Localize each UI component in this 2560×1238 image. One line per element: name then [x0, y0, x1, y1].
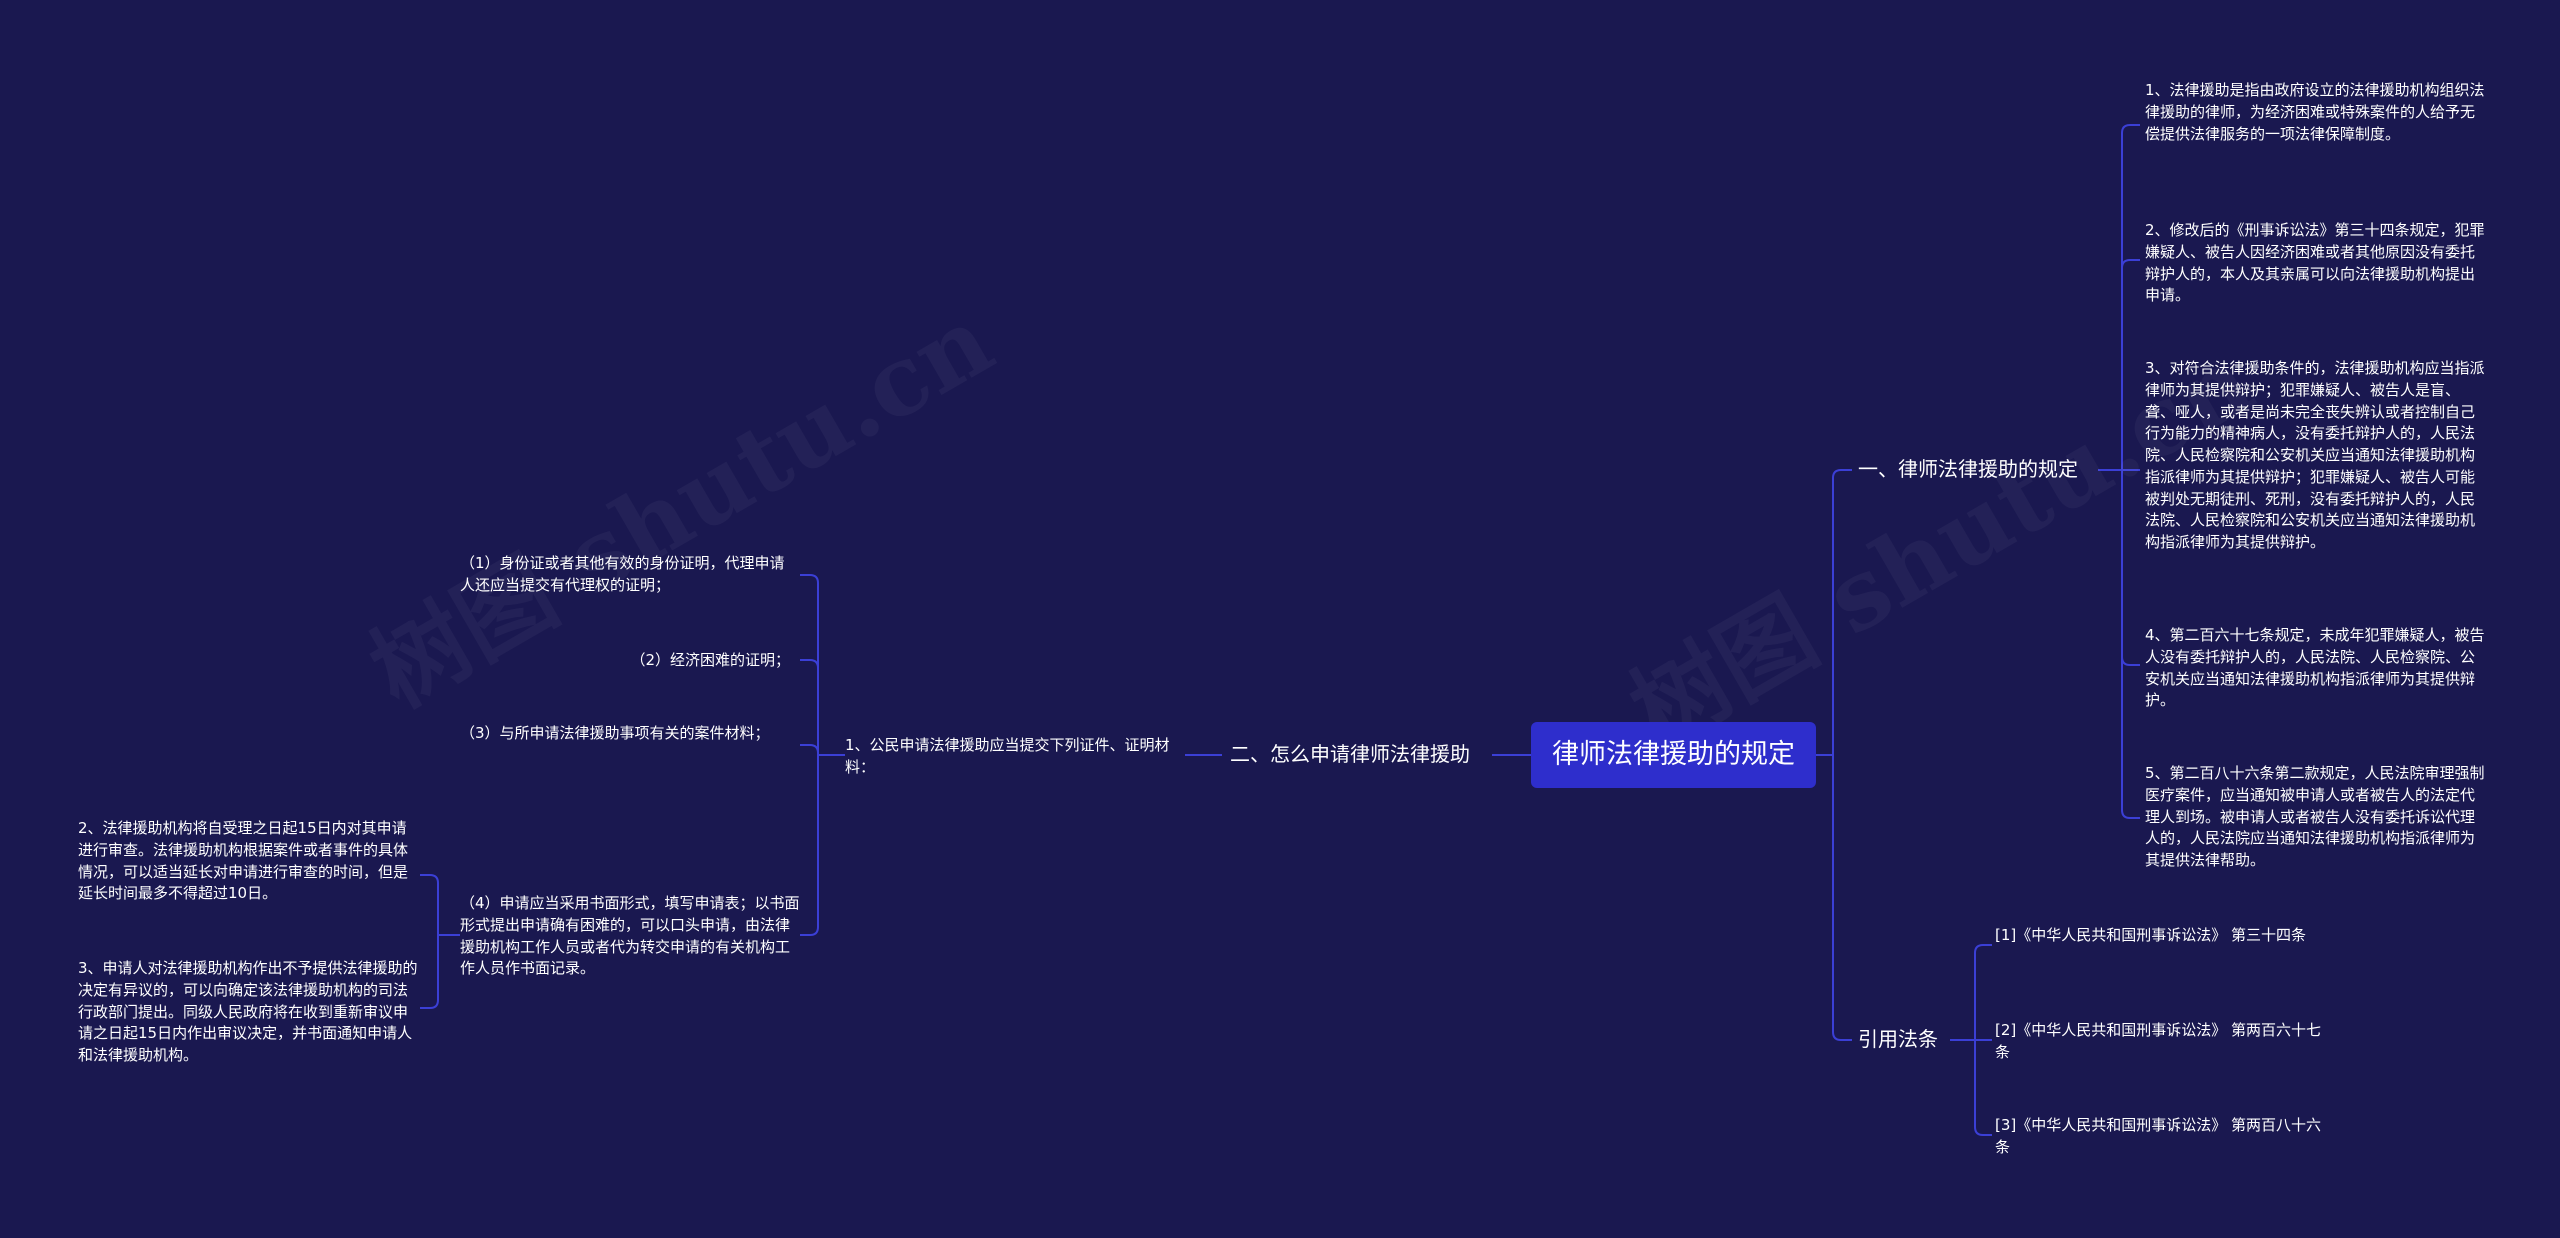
cited-law-item[interactable]: [2]《中华人民共和国刑事诉讼法》 第两百六十七条: [1995, 1020, 2325, 1064]
connector-line: [2121, 809, 2140, 819]
connector-line: [1974, 944, 1992, 954]
cited-law-item[interactable]: [3]《中华人民共和国刑事诉讼法》 第两百八十六条: [1995, 1115, 2325, 1159]
connector-line: [420, 874, 439, 884]
branch-cited-laws[interactable]: 引用法条: [1858, 1026, 1938, 1052]
rule-item[interactable]: 1、法律援助是指由政府设立的法律援助机构组织法律援助的律师，为经济困难或特殊案件…: [2145, 80, 2485, 145]
cited-law-item[interactable]: [1]《中华人民共和国刑事诉讼法》 第三十四条: [1995, 925, 2325, 947]
rule-item[interactable]: 5、第二百八十六条第二款规定，人民法院审理强制医疗案件，应当通知被申请人或者被告…: [2145, 763, 2485, 872]
connector-line: [420, 999, 439, 1009]
material-item[interactable]: （1）身份证或者其他有效的身份证明，代理申请人还应当提交有代理权的证明；: [460, 553, 795, 597]
rule-item[interactable]: 2、修改后的《刑事诉讼法》第三十四条规定，犯罪嫌疑人、被告人因经济困难或者其他原…: [2145, 220, 2485, 307]
connector-line: [1974, 1126, 1992, 1136]
branch-lawyer-legal-aid-rules[interactable]: 一、律师法律援助的规定: [1858, 456, 2078, 482]
review-item[interactable]: 2、法律援助机构将自受理之日起15日内对其申请进行审查。法律援助机构根据案件或者…: [78, 818, 418, 905]
connector-line: [800, 926, 819, 936]
material-item[interactable]: （3）与所申请法律援助事项有关的案件材料；: [460, 723, 795, 745]
connector-line: [800, 574, 819, 584]
root-node[interactable]: 律师法律援助的规定: [1531, 722, 1816, 788]
review-item[interactable]: 3、申请人对法律援助机构作出不予提供法律援助的决定有异议的，可以向确定该法律援助…: [78, 958, 418, 1067]
connector-line: [2121, 656, 2140, 666]
connector-line: [2121, 124, 2140, 134]
branch-how-to-apply[interactable]: 二、怎么申请律师法律援助: [1230, 741, 1470, 767]
connector-line: [800, 659, 819, 669]
material-item[interactable]: （2）经济困难的证明；: [460, 650, 790, 672]
connector-line: [800, 744, 819, 754]
application-materials-node[interactable]: 1、公民申请法律援助应当提交下列证件、证明材料：: [845, 735, 1175, 779]
connector-line: [2121, 259, 2140, 269]
connector-line: [1832, 1031, 1852, 1041]
rule-item[interactable]: 4、第二百六十七条规定，未成年犯罪嫌疑人，被告人没有委托辩护人的，人民法院、人民…: [2145, 625, 2485, 712]
material-item[interactable]: （4）申请应当采用书面形式，填写申请表；以书面形式提出申请确有困难的，可以口头申…: [460, 893, 800, 980]
rule-item[interactable]: 3、对符合法律援助条件的，法律援助机构应当指派律师为其提供辩护；犯罪嫌疑人、被告…: [2145, 358, 2485, 554]
connector-line: [1832, 469, 1852, 479]
